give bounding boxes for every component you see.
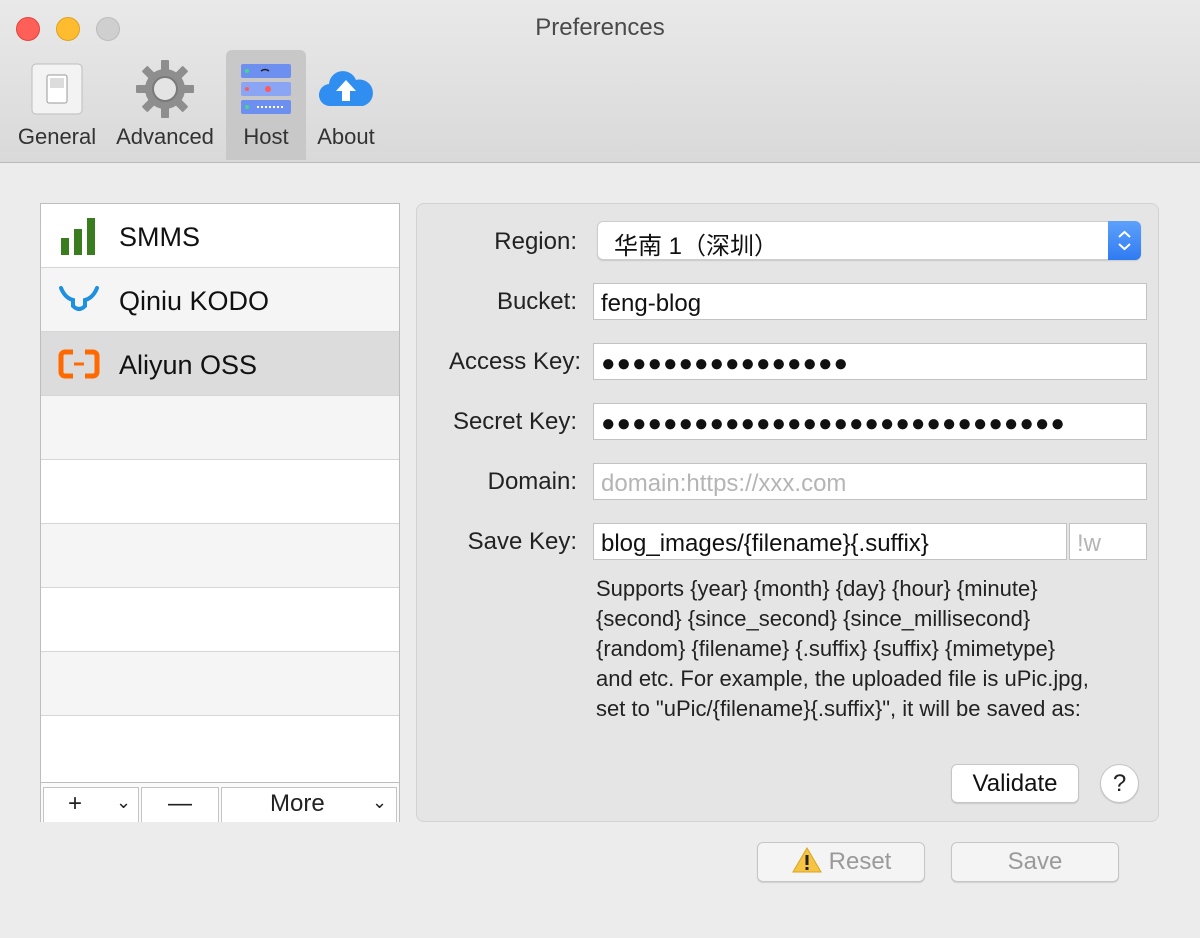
domain-input[interactable]: domain:https://xxx.com (593, 463, 1147, 500)
empty-row (41, 524, 399, 588)
save-key-suffix-input[interactable]: !w (1069, 523, 1147, 560)
minus-icon: — (168, 790, 192, 817)
tab-about[interactable]: About (308, 50, 384, 160)
empty-row (41, 396, 399, 460)
tab-about-label: About (317, 124, 375, 149)
validate-button[interactable]: Validate (951, 764, 1079, 803)
region-select[interactable]: 华南 1（深圳） (597, 221, 1141, 260)
help-line: {random} {filename} {.suffix} {suffix} {… (596, 636, 1056, 661)
bucket-label: Bucket: (496, 288, 577, 315)
bucket-input[interactable]: feng-blog (593, 283, 1147, 320)
host-item-qiniu[interactable]: Qiniu KODO (41, 268, 399, 332)
region-label: Region: (494, 228, 577, 255)
host-list: SMMS Qiniu KODO Aliyun OSS + ⌄ — More ⌄ (40, 203, 400, 822)
empty-row (41, 588, 399, 652)
save-key-help-text: Supports {year} {month} {day} {hour} {mi… (596, 574, 1156, 724)
cloud-upload-icon (318, 71, 373, 107)
help-line: and etc. For example, the uploaded file … (596, 666, 1089, 691)
secret-key-input[interactable]: ●●●●●●●●●●●●●●●●●●●●●●●●●●●●●● (593, 403, 1147, 440)
tab-general[interactable]: General (8, 50, 106, 160)
reset-label: Reset (828, 848, 892, 875)
tab-general-label: General (17, 124, 97, 149)
add-host-button[interactable]: + ⌄ (43, 787, 139, 822)
chevron-down-icon: ⌄ (372, 792, 388, 812)
aliyun-icon (58, 349, 100, 379)
list-button-bar: + ⌄ — More ⌄ (41, 782, 399, 822)
domain-label: Domain: (487, 468, 577, 495)
host-label: SMMS (119, 222, 200, 252)
tab-host[interactable]: Host (226, 50, 306, 160)
tab-advanced[interactable]: Advanced (110, 50, 220, 160)
tab-advanced-label: Advanced (116, 124, 214, 149)
save-button[interactable]: Save (951, 842, 1119, 882)
help-line: set to "uPic/{filename}{.suffix}", it wi… (596, 696, 1081, 721)
qiniu-icon (59, 286, 99, 311)
host-item-smms[interactable]: SMMS (41, 204, 399, 268)
host-label: Aliyun OSS (119, 350, 258, 380)
gear-icon (136, 60, 194, 118)
save-key-label: Save Key: (467, 528, 577, 555)
empty-row (41, 652, 399, 716)
host-label: Qiniu KODO (119, 286, 270, 316)
access-key-label: Access Key: (448, 348, 581, 375)
warning-icon (791, 847, 822, 873)
window-toolbar: Preferences General Advanced Host About (0, 0, 1200, 163)
empty-row (41, 716, 399, 780)
tab-host-label: Host (243, 124, 289, 149)
help-button[interactable]: ? (1100, 764, 1139, 803)
secret-key-label: Secret Key: (452, 408, 577, 435)
empty-row (41, 460, 399, 524)
remove-host-button[interactable]: — (141, 787, 219, 822)
more-button[interactable]: More ⌄ (221, 787, 397, 822)
chevron-down-icon: ⌄ (116, 792, 132, 812)
smms-bars-icon (61, 218, 95, 255)
host-item-aliyun[interactable]: Aliyun OSS (41, 332, 399, 396)
server-icon (241, 64, 291, 114)
plus-icon: + (68, 790, 83, 817)
help-line: Supports {year} {month} {day} {hour} {mi… (596, 576, 1038, 601)
save-key-input[interactable]: blog_images/{filename}{.suffix} (593, 523, 1067, 560)
more-label: More (270, 790, 325, 817)
reset-button[interactable]: Reset (757, 842, 925, 882)
window-title: Preferences (535, 14, 665, 41)
access-key-input[interactable]: ●●●●●●●●●●●●●●●● (593, 343, 1147, 380)
region-value: 华南 1（深圳） (614, 233, 779, 260)
select-stepper-icon (1108, 221, 1141, 260)
switch-icon (31, 63, 83, 115)
help-line: {second} {since_second} {since_milliseco… (596, 606, 1031, 631)
